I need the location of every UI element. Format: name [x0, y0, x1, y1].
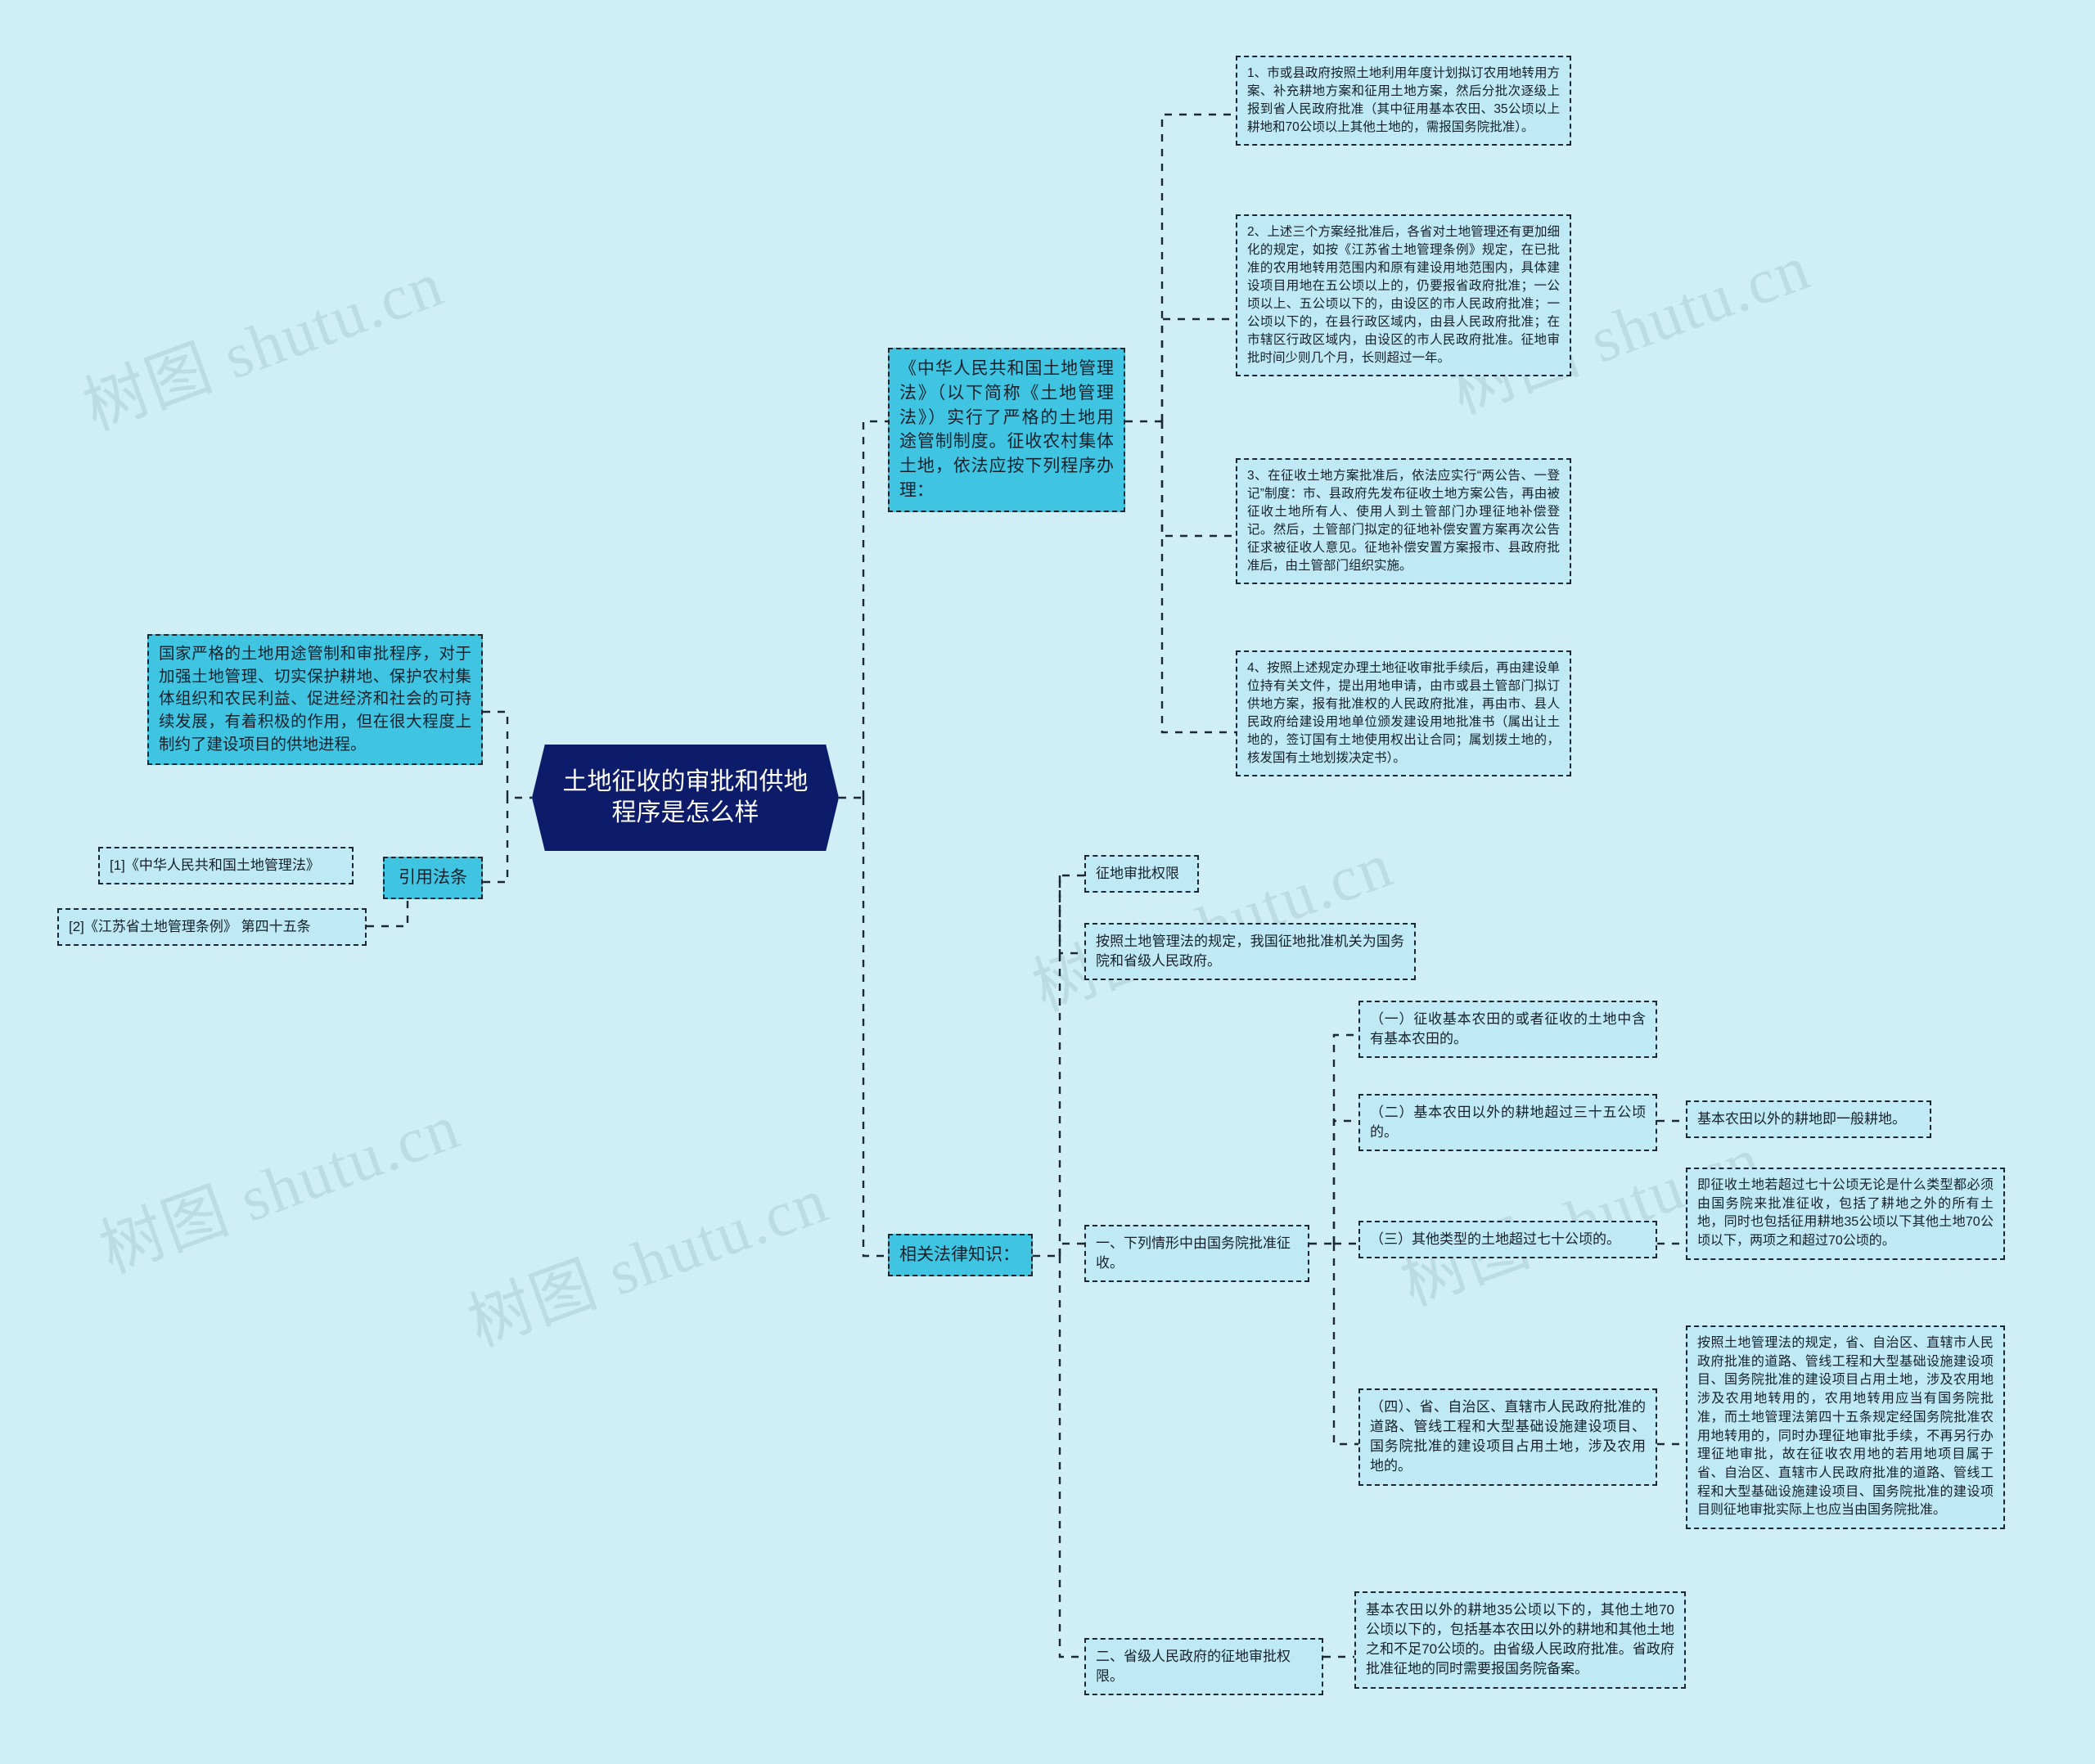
citation-text: [1]《中华人民共和国土地管理法》: [110, 857, 320, 873]
approval-authority-title-text: 征地审批权限: [1096, 866, 1179, 881]
procedure-intro-node[interactable]: 《中华人民共和国土地管理法》（以下简称《土地管理法》）实行了严格的土地用途管制制…: [888, 348, 1125, 512]
section-one-item-text: （四）、省、自治区、直辖市人民政府批准的道路、管线工程和大型基础设施建设项目、国…: [1370, 1399, 1646, 1474]
section-one-title-text: 一、下列情形中由国务院批准征收。: [1096, 1235, 1291, 1271]
left-summary-text: 国家严格的土地用途管制和审批程序，对于加强土地管理、切实保护耕地、保护农村集体组…: [159, 645, 471, 754]
section-two-note-text: 基本农田以外的耕地35公顷以下的，其他土地70公顷以下的，包括基本农田以外的耕地…: [1366, 1602, 1674, 1677]
left-summary-node[interactable]: 国家严格的土地用途管制和审批程序，对于加强土地管理、切实保护耕地、保护农村集体组…: [147, 634, 483, 766]
section-one-item-text: （二）基本农田以外的耕地超过三十五公顷的。: [1370, 1105, 1646, 1141]
watermark: 树图 shutu.cn: [91, 1090, 469, 1286]
central-topic-label: 土地征收的审批和供地程序是怎么样: [562, 767, 809, 826]
watermark: 树图 shutu.cn: [1024, 828, 1402, 1024]
citation-text: [2]《江苏省土地管理条例》 第四十五条: [69, 919, 311, 934]
citations-label-text: 引用法条: [399, 868, 467, 887]
legal-knowledge-label-node[interactable]: 相关法律知识：: [888, 1234, 1033, 1276]
procedure-step-node[interactable]: 3、在征收土地方案批准后，依法应实行“两公告、一登记”制度：市、县政府先发布征收…: [1236, 458, 1571, 584]
section-one-item-node[interactable]: （二）基本农田以外的耕地超过三十五公顷的。: [1358, 1094, 1657, 1152]
citation-item[interactable]: [2]《江苏省土地管理条例》 第四十五条: [57, 908, 367, 947]
citations-label-node[interactable]: 引用法条: [383, 857, 483, 899]
section-one-item-text: （三）其他类型的土地超过七十公顷的。: [1370, 1231, 1620, 1247]
section-one-item-note-node[interactable]: 按照土地管理法的规定，省、自治区、直辖市人民政府批准的道路、管线工程和大型基础设…: [1686, 1325, 2005, 1530]
procedure-step-text: 3、在征收土地方案批准后，依法应实行“两公告、一登记”制度：市、县政府先发布征收…: [1247, 469, 1560, 573]
section-one-item-note-text: 即征收土地若超过七十公顷无论是什么类型都必须由国务院来批准征收，包括了耕地之外的…: [1697, 1178, 1994, 1249]
legal-knowledge-label-text: 相关法律知识：: [899, 1245, 1020, 1264]
procedure-intro-text: 《中华人民共和国土地管理法》（以下简称《土地管理法》）实行了严格的土地用途管制制…: [899, 359, 1114, 501]
approval-authority-title-node[interactable]: 征地审批权限: [1084, 855, 1199, 893]
section-two-title-text: 二、省级人民政府的征地审批权限。: [1096, 1649, 1291, 1685]
watermark: 树图 shutu.cn: [459, 1163, 837, 1360]
watermark: 树图 shutu.cn: [74, 247, 453, 443]
section-one-item-node[interactable]: （一）征收基本农田的或者征收的土地中含有基本农田的。: [1358, 1001, 1657, 1059]
section-one-title-node[interactable]: 一、下列情形中由国务院批准征收。: [1084, 1225, 1309, 1283]
procedure-step-node[interactable]: 4、按照上述规定办理土地征收审批手续后，再由建设单位持有关文件，提出用地申请，由…: [1236, 650, 1571, 776]
procedure-step-node[interactable]: 2、上述三个方案经批准后，各省对土地管理还有更加细化的规定，如按《江苏省土地管理…: [1236, 214, 1571, 376]
section-one-item-note-text: 基本农田以外的耕地即一般耕地。: [1697, 1111, 1906, 1127]
approval-authority-desc-node[interactable]: 按照土地管理法的规定，我国征地批准机关为国务院和省级人民政府。: [1084, 923, 1416, 981]
procedure-step-text: 1、市或县政府按照土地利用年度计划拟订农用地转用方案、补充耕地方案和征用土地方案…: [1247, 66, 1560, 134]
approval-authority-desc-text: 按照土地管理法的规定，我国征地批准机关为国务院和省级人民政府。: [1096, 934, 1404, 970]
section-one-item-note-node[interactable]: 即征收土地若超过七十公顷无论是什么类型都必须由国务院来批准征收，包括了耕地之外的…: [1686, 1168, 2005, 1260]
section-two-title-node[interactable]: 二、省级人民政府的征地审批权限。: [1084, 1638, 1323, 1696]
citation-item[interactable]: [1]《中华人民共和国土地管理法》: [98, 847, 354, 885]
section-one-item-note-node[interactable]: 基本农田以外的耕地即一般耕地。: [1686, 1100, 1931, 1139]
central-topic-node[interactable]: 土地征收的审批和供地程序是怎么样: [532, 745, 839, 851]
procedure-step-node[interactable]: 1、市或县政府按照土地利用年度计划拟订农用地转用方案、补充耕地方案和征用土地方案…: [1236, 56, 1571, 146]
section-one-item-node[interactable]: （三）其他类型的土地超过七十公顷的。: [1358, 1221, 1657, 1259]
procedure-step-text: 4、按照上述规定办理土地征收审批手续后，再由建设单位持有关文件，提出用地申请，由…: [1247, 661, 1560, 765]
section-one-item-text: （一）征收基本农田的或者征收的土地中含有基本农田的。: [1370, 1011, 1646, 1047]
procedure-step-text: 2、上述三个方案经批准后，各省对土地管理还有更加细化的规定，如按《江苏省土地管理…: [1247, 225, 1560, 365]
section-two-note-node[interactable]: 基本农田以外的耕地35公顷以下的，其他土地70公顷以下的，包括基本农田以外的耕地…: [1354, 1591, 1686, 1689]
section-one-item-note-text: 按照土地管理法的规定，省、自治区、直辖市人民政府批准的道路、管线工程和大型基础设…: [1697, 1336, 1994, 1518]
section-one-item-node[interactable]: （四）、省、自治区、直辖市人民政府批准的道路、管线工程和大型基础设施建设项目、国…: [1358, 1388, 1657, 1486]
